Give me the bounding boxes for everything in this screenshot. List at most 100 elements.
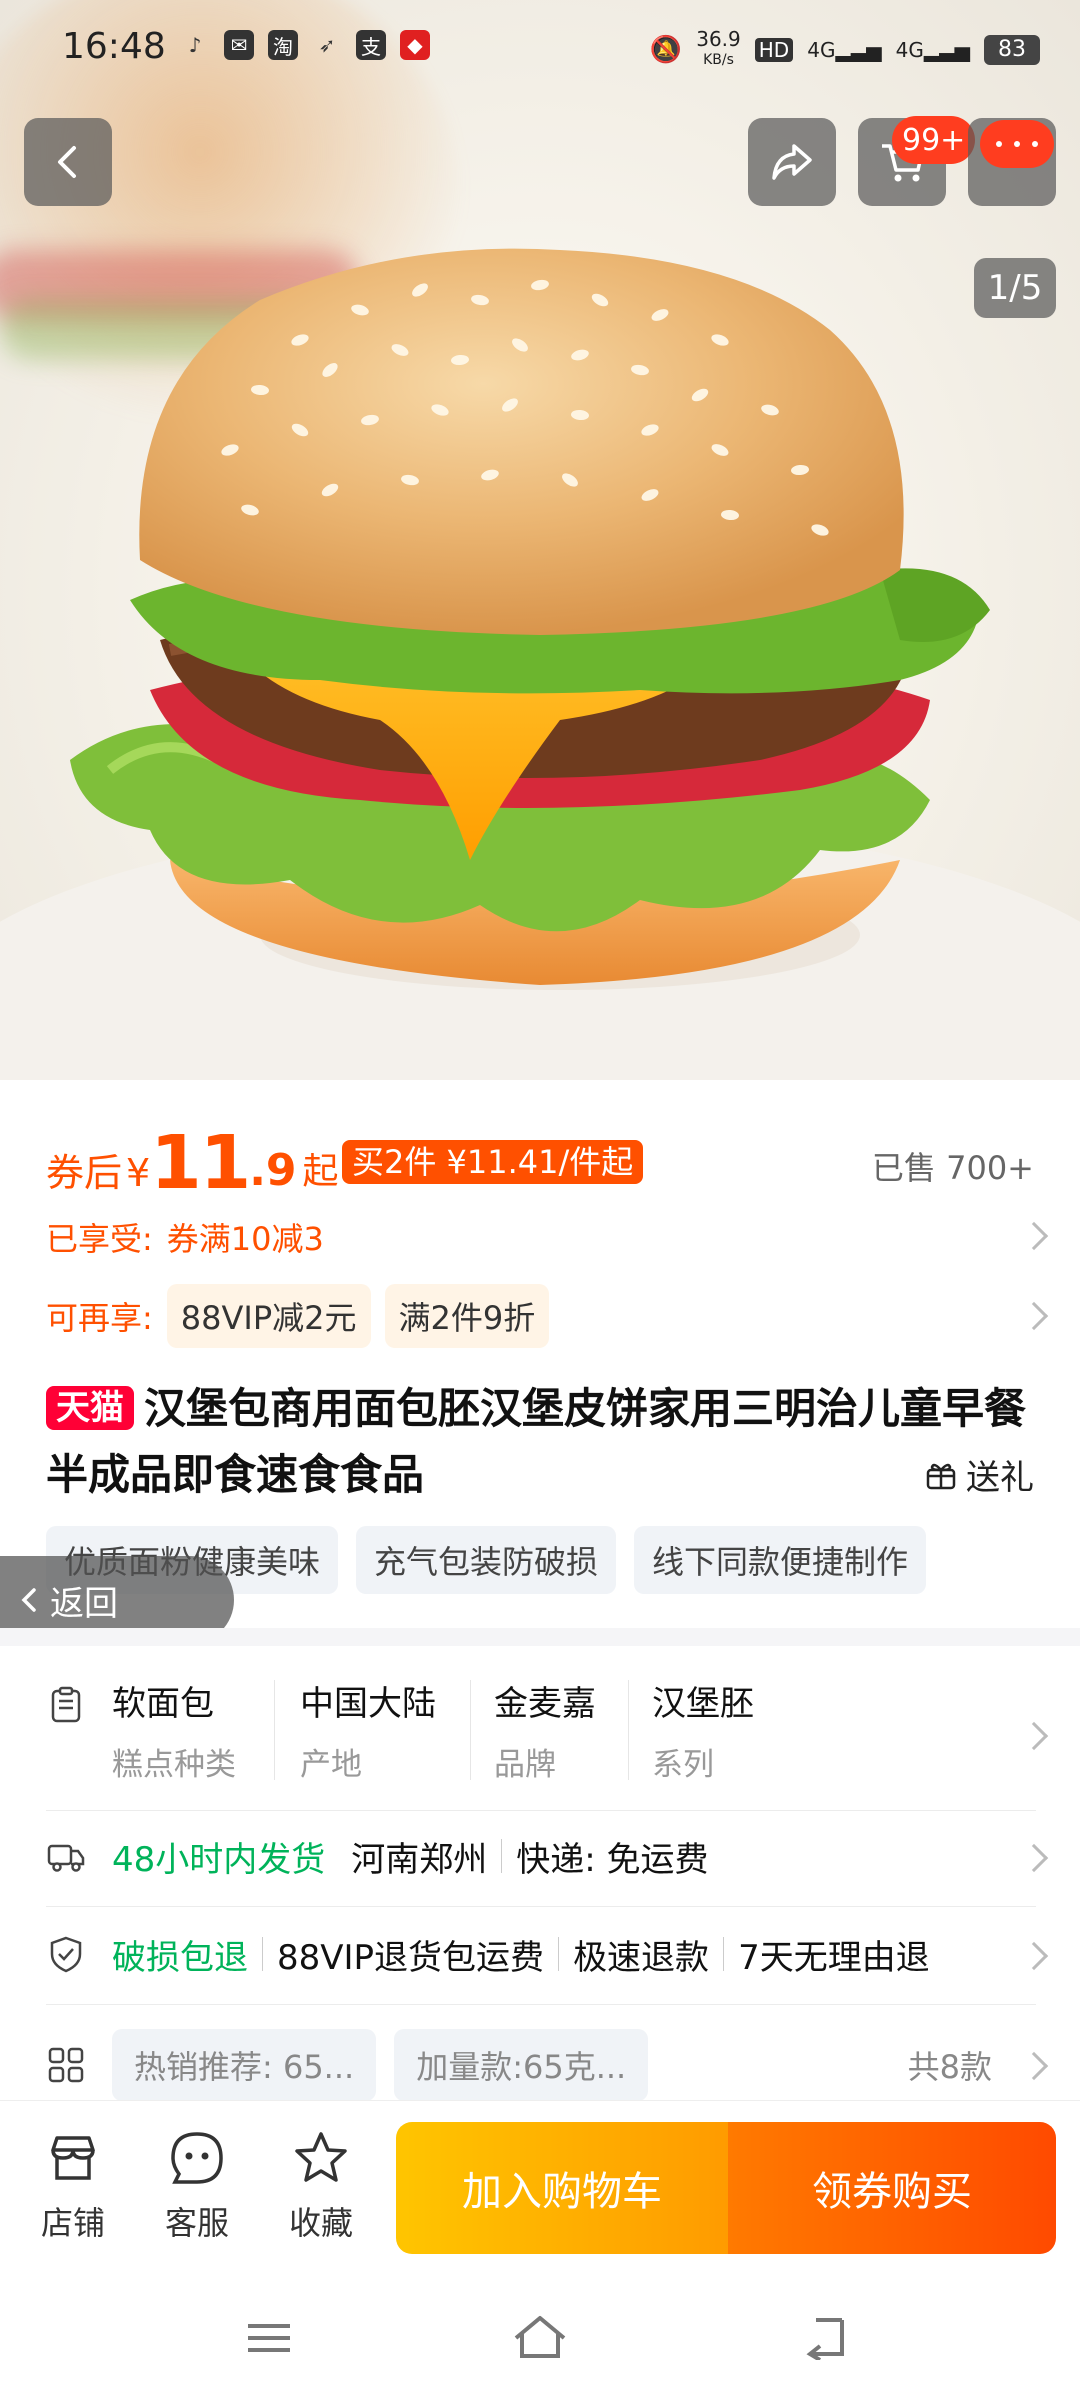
favorite-label: 收藏 xyxy=(288,2204,353,2242)
store-button[interactable]: 店铺 xyxy=(18,2128,128,2244)
chat-face-icon xyxy=(171,2132,223,2184)
signal-1-label: 4G xyxy=(807,37,836,62)
bird-icon: ➶ xyxy=(318,33,336,57)
system-nav-bar xyxy=(0,2290,1080,2404)
divider xyxy=(628,1680,629,1780)
truck-icon xyxy=(46,1836,86,1876)
mute-icon: 🔕 xyxy=(649,34,683,65)
attribute-item: 软面包 糕点种类 xyxy=(112,1676,236,1784)
product-title: 天猫 汉堡包商用面包胚汉堡皮饼家用三明治儿童早餐半成品即食速食食品 xyxy=(46,1376,1036,1508)
chevron-left-icon xyxy=(58,146,76,178)
attribute-key: 品牌 xyxy=(494,1747,556,1783)
signal-1: 4G▂▃▅ xyxy=(807,37,882,62)
music-icon: ♪ xyxy=(188,33,202,57)
floating-back-label: 返回 xyxy=(50,1583,118,1624)
guarantee-item: 7天无理由退货 xyxy=(738,1937,929,1978)
hd-icon: HD xyxy=(754,37,794,62)
share-icon xyxy=(772,144,812,180)
divider xyxy=(501,1839,503,1873)
signal-2-label: 4G xyxy=(895,37,924,62)
chevron-left-icon xyxy=(21,1588,36,1612)
status-time: 16:48 xyxy=(62,26,166,67)
attribute-value: 金麦嘉 xyxy=(494,1684,596,1724)
price-currency: ¥ xyxy=(126,1151,151,1195)
feature-tag: 充气包装防破损 xyxy=(356,1526,617,1594)
divider xyxy=(46,2004,1036,2005)
guarantee-label: 破损包退 xyxy=(112,1937,248,1978)
attribute-key: 糕点种类 xyxy=(112,1747,236,1783)
back-nav-icon[interactable] xyxy=(802,2314,852,2360)
divider xyxy=(470,1680,471,1780)
benefit-enjoyed-row[interactable]: 已享受: 券满10减3 xyxy=(46,1214,324,1260)
customer-service-button[interactable]: 客服 xyxy=(142,2128,252,2244)
guarantee-row[interactable]: 破损包退 88VIP退货包运费 极速退款 7天无理由退货 xyxy=(46,1914,1036,1994)
more-dots-icon[interactable] xyxy=(980,120,1054,168)
star-icon xyxy=(295,2132,347,2182)
attribute-key: 系列 xyxy=(652,1747,714,1783)
store-label: 店铺 xyxy=(40,2204,105,2242)
gift-button[interactable]: 送礼 xyxy=(914,1450,1034,1499)
ship-express: 快递: 免运费 xyxy=(516,1839,709,1880)
shipping-row[interactable]: 48小时内发货 河南郑州 快递: 免运费 xyxy=(46,1816,1036,1896)
attribute-item: 中国大陆 产地 xyxy=(300,1676,436,1784)
document-icon xyxy=(51,1686,81,1723)
image-counter: 1/5 xyxy=(974,258,1056,318)
attributes-row[interactable]: 软面包 糕点种类 中国大陆 产地 金麦嘉 品牌 汉堡胚 系列 xyxy=(46,1676,1036,1800)
cart-count-badge: 99+ xyxy=(892,116,976,164)
grid-icon xyxy=(46,2045,86,2085)
status-bar: 16:48 ♪ ✉ 淘 ➶ 支 ◆ 🔕 36.9 KB/s HD 4G▂▃▅ 4… xyxy=(0,0,1080,96)
ship-origin: 河南郑州 xyxy=(351,1839,488,1880)
coupon-buy-button[interactable]: 领券购买 xyxy=(728,2122,1056,2254)
sku-recommend-row[interactable]: 热销推荐: 65... 加量款:65克... 共8款 xyxy=(46,2024,1036,2106)
attribute-value: 汉堡胚 xyxy=(652,1684,754,1724)
net-speed: 36.9 KB/s xyxy=(696,27,741,69)
sku-count: 共8款 xyxy=(907,2048,992,2086)
shield-icon xyxy=(46,1934,86,1974)
benefit-enjoyed-label: 已享受: xyxy=(46,1220,153,1258)
share-button[interactable] xyxy=(748,118,836,206)
alipay-icon: 支 xyxy=(356,30,386,60)
multi-buy-tag: 买2件 ¥11.41/件起 xyxy=(342,1140,644,1184)
net-speed-value: 36.9 xyxy=(696,27,741,51)
price-integer: 11 xyxy=(150,1120,251,1206)
sku-chip[interactable]: 热销推荐: 65... xyxy=(112,2029,377,2101)
gift-label: 送礼 xyxy=(966,1458,1034,1498)
sku-chip[interactable]: 加量款:65克... xyxy=(394,2029,649,2101)
benefit-enjoyed-value: 券满10减3 xyxy=(166,1220,324,1258)
attribute-item: 汉堡胚 系列 xyxy=(652,1676,754,1784)
benefit-more-row[interactable]: 可再享: 88VIP减2元 满2件9折 xyxy=(46,1284,550,1348)
service-label: 客服 xyxy=(164,2204,229,2242)
chevron-right-icon[interactable] xyxy=(1019,1301,1049,1331)
feature-tag: 线下同款便捷制作 xyxy=(634,1526,927,1594)
app-icon: ◆ xyxy=(400,30,430,60)
chevron-right-icon[interactable] xyxy=(1019,1221,1049,1251)
battery-indicator: 83 xyxy=(984,34,1040,65)
price-suffix: 起 xyxy=(302,1151,339,1192)
home-icon[interactable] xyxy=(510,2312,570,2362)
guarantee-item: 极速退款 xyxy=(573,1937,710,1978)
gift-icon xyxy=(926,1463,956,1489)
back-button[interactable] xyxy=(24,118,112,206)
divider xyxy=(723,1937,725,1971)
divider xyxy=(46,1810,1036,1811)
add-to-cart-button[interactable]: 加入购物车 xyxy=(396,2122,728,2254)
benefit-chip: 88VIP减2元 xyxy=(166,1284,371,1348)
guarantee-item: 88VIP退货包运费 xyxy=(277,1937,545,1978)
tmall-badge: 天猫 xyxy=(46,1386,134,1430)
taobao-icon: 淘 xyxy=(268,30,298,60)
divider xyxy=(46,1906,1036,1907)
divider xyxy=(262,1937,263,1971)
signal-2: 4G▂▃▅ xyxy=(895,37,970,62)
attribute-key: 产地 xyxy=(300,1747,362,1783)
attribute-value: 软面包 xyxy=(112,1684,214,1724)
section-divider xyxy=(0,1628,1080,1646)
divider xyxy=(274,1680,275,1780)
sold-count: 已售 700+ xyxy=(871,1149,1034,1187)
mail-icon: ✉ xyxy=(224,30,254,60)
notification-icons: ♪ ✉ 淘 ➶ 支 ◆ xyxy=(180,30,430,60)
ship-time: 48小时内发货 xyxy=(112,1839,326,1880)
menu-icon[interactable] xyxy=(244,2318,294,2358)
attribute-item: 金麦嘉 品牌 xyxy=(494,1676,596,1784)
price-decimal: .9 xyxy=(249,1145,297,1196)
favorite-button[interactable]: 收藏 xyxy=(266,2128,376,2244)
